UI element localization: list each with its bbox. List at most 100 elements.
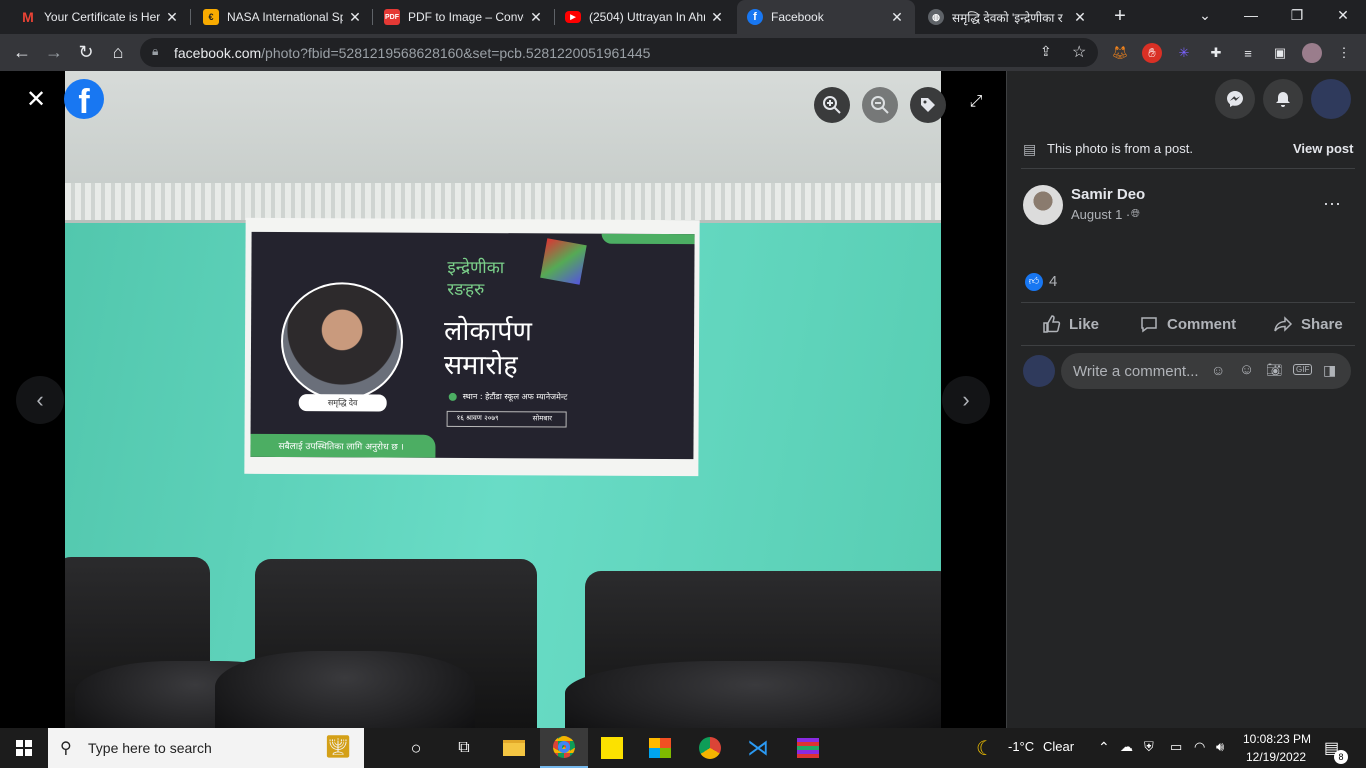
close-tab-icon[interactable]: ✕ — [347, 9, 363, 26]
emoji-icon[interactable]: ☺ — [1239, 361, 1254, 378]
show-hidden-icons-icon[interactable]: ⌃ — [1098, 739, 1110, 756]
tab-pdf[interactable]: PDF PDF to Image – Conve ✕ — [364, 0, 554, 34]
home-button[interactable]: ⌂ — [104, 38, 132, 66]
vscode-icon[interactable]: ⋊ — [734, 728, 782, 768]
bookmark-star-icon[interactable]: ☆ — [1072, 42, 1086, 62]
like-thumb-icon — [1043, 315, 1061, 333]
taskbar-search-box[interactable]: ⚲ Type here to search 🕎︎ — [48, 728, 364, 768]
post-details-panel: ▤ This photo is from a post. View post S… — [1006, 71, 1366, 728]
poster-heading-1: लोकार्पण — [444, 315, 533, 348]
facebook-logo-icon[interactable]: f — [64, 79, 104, 121]
forward-button[interactable]: → — [40, 38, 68, 66]
more-options-icon[interactable]: ··· — [1323, 193, 1341, 214]
close-viewer-icon[interactable]: ✕ — [22, 87, 50, 115]
globe-icon: ◍ — [928, 9, 944, 25]
view-post-link[interactable]: View post — [1293, 141, 1353, 156]
weather-temperature[interactable]: -1°C — [1008, 739, 1034, 754]
wifi-icon[interactable]: ◠ — [1194, 739, 1205, 755]
file-explorer-icon[interactable] — [490, 728, 538, 768]
avatar-sticker-icon[interactable]: ☺ — [1211, 362, 1225, 378]
comment-input[interactable]: Write a comment... ☺ ☺ 📷︎ GIF ◨ — [1061, 353, 1351, 389]
weather-moon-icon[interactable]: ☾ — [976, 736, 994, 761]
comment-button[interactable]: Comment — [1139, 313, 1236, 335]
security-icon[interactable]: ⛨ — [1144, 739, 1154, 755]
task-view-icon[interactable]: ⧉ — [440, 728, 488, 768]
asterisk-extension-icon[interactable]: ✳ — [1174, 43, 1194, 63]
like-reaction-icon[interactable]: 👍︎ — [1025, 273, 1043, 291]
back-button[interactable]: ← — [8, 38, 36, 66]
gif-icon[interactable]: GIF — [1293, 364, 1313, 375]
microsoft-store-icon[interactable] — [636, 728, 684, 768]
extensions-puzzle-icon[interactable]: ✚ — [1206, 43, 1226, 63]
post-date[interactable]: August 1 · — [1071, 207, 1130, 222]
public-globe-icon: 🌐︎ — [1131, 208, 1140, 220]
tab-facebook[interactable]: f Facebook ✕ — [737, 0, 915, 34]
close-tab-icon[interactable]: ✕ — [1072, 9, 1088, 26]
next-photo-button[interactable]: › — [942, 376, 990, 424]
tab-search-button[interactable]: ⌄ — [1182, 0, 1228, 30]
onedrive-icon[interactable]: ☁ — [1120, 739, 1133, 755]
url-text[interactable]: facebook.com/photo?fbid=5281219568628160… — [174, 45, 650, 61]
notifications-bell-icon[interactable] — [1263, 79, 1303, 119]
previous-photo-button[interactable]: ‹ — [16, 376, 64, 424]
search-icon: ⚲ — [60, 740, 72, 757]
poster-day: सोमबार — [532, 414, 553, 423]
account-avatar[interactable] — [1311, 79, 1351, 119]
sticker-icon[interactable]: ◨ — [1323, 362, 1336, 379]
commenter-avatar[interactable] — [1023, 355, 1055, 387]
close-tab-icon[interactable]: ✕ — [709, 9, 725, 26]
minimize-button[interactable]: — — [1228, 0, 1274, 30]
close-tab-icon[interactable]: ✕ — [889, 9, 905, 26]
volume-icon[interactable]: 🔊︎ — [1216, 739, 1224, 755]
address-bar[interactable]: 🔒︎ facebook.com/photo?fbid=5281219568628… — [140, 38, 1098, 67]
chrome-taskbar-icon[interactable] — [540, 728, 588, 768]
metamask-extension-icon[interactable]: 🦊︎ — [1110, 43, 1130, 63]
close-tab-icon[interactable]: ✕ — [528, 9, 544, 26]
tab-gmail[interactable]: M Your Certificate is Here ✕ — [0, 0, 190, 34]
new-tab-button[interactable]: + — [1108, 5, 1132, 29]
chrome-profile-icon[interactable] — [686, 728, 734, 768]
more-menu-icon[interactable]: ⋮ — [1334, 43, 1354, 63]
tab-nasa[interactable]: € NASA International Sp ✕ — [183, 0, 373, 34]
lock-icon[interactable]: 🔒︎ — [152, 44, 158, 59]
zoom-in-icon[interactable] — [814, 87, 850, 123]
event-poster: समृद्धि देव इन्द्रेणीका रङहरु लोकार्पण स… — [244, 217, 700, 477]
tab-title: Your Certificate is Here — [44, 10, 160, 24]
camera-icon[interactable]: 📷︎ — [1266, 362, 1283, 378]
clock-date[interactable]: 12/19/2022 — [1246, 750, 1306, 764]
youtube-icon: ▶ — [565, 11, 581, 23]
media-control-icon[interactable]: ≡ — [1238, 43, 1258, 63]
fullscreen-icon[interactable]: ⤢ — [964, 93, 988, 117]
tab-article[interactable]: ◍ समृद्धि देवको 'इन्द्रेणीका र ✕ — [908, 0, 1098, 34]
adblock-extension-icon[interactable]: ✋︎ — [1142, 43, 1162, 63]
profile-avatar-icon[interactable] — [1302, 43, 1322, 63]
browser-toolbar: ← → ↻ ⌂ 🔒︎ facebook.com/photo?fbid=52812… — [0, 34, 1366, 71]
tag-icon[interactable] — [910, 87, 946, 123]
windows-taskbar: ⚲ Type here to search 🕎︎ ○ ⧉ ⋊ ☾ -1°C Cl… — [0, 728, 1366, 768]
restore-button[interactable]: ❐ — [1274, 0, 1320, 30]
like-button[interactable]: Like — [1041, 313, 1099, 335]
post-photo: समृद्धि देव इन्द्रेणीका रङहरु लोकार्पण स… — [65, 71, 941, 728]
poster-banner: समृद्धि देव इन्द्रेणीका रङहरु लोकार्पण स… — [250, 231, 695, 460]
author-avatar[interactable] — [1023, 185, 1063, 225]
winrar-icon[interactable] — [784, 728, 832, 768]
reload-button[interactable]: ↻ — [72, 38, 100, 66]
messenger-icon[interactable] — [1215, 79, 1255, 119]
tab-youtube[interactable]: ▶ (2504) Uttrayan In Ahr ✕ — [545, 0, 735, 34]
cortana-icon[interactable]: ○ — [392, 728, 440, 768]
sticky-notes-icon[interactable] — [588, 728, 636, 768]
zoom-out-icon[interactable] — [862, 87, 898, 123]
side-panel-icon[interactable]: ▣ — [1270, 43, 1290, 63]
weather-condition[interactable]: Clear — [1043, 739, 1074, 754]
browser-tab-strip: M Your Certificate is Here ✕ € NASA Inte… — [0, 0, 1366, 34]
author-name[interactable]: Samir Deo — [1071, 186, 1145, 203]
reactions-count[interactable]: 4 — [1049, 273, 1057, 290]
photo-viewer: समृद्धि देव इन्द्रेणीका रङहरु लोकार्पण स… — [0, 71, 1006, 728]
share-button[interactable]: Share — [1273, 313, 1343, 335]
close-window-button[interactable]: ✕ — [1320, 0, 1366, 30]
share-icon[interactable]: ⇪ — [1040, 43, 1052, 60]
close-tab-icon[interactable]: ✕ — [164, 9, 180, 26]
clock-time[interactable]: 10:08:23 PM — [1243, 732, 1311, 746]
windows-start-icon[interactable] — [0, 728, 48, 768]
battery-icon[interactable]: ▭ — [1170, 739, 1182, 755]
